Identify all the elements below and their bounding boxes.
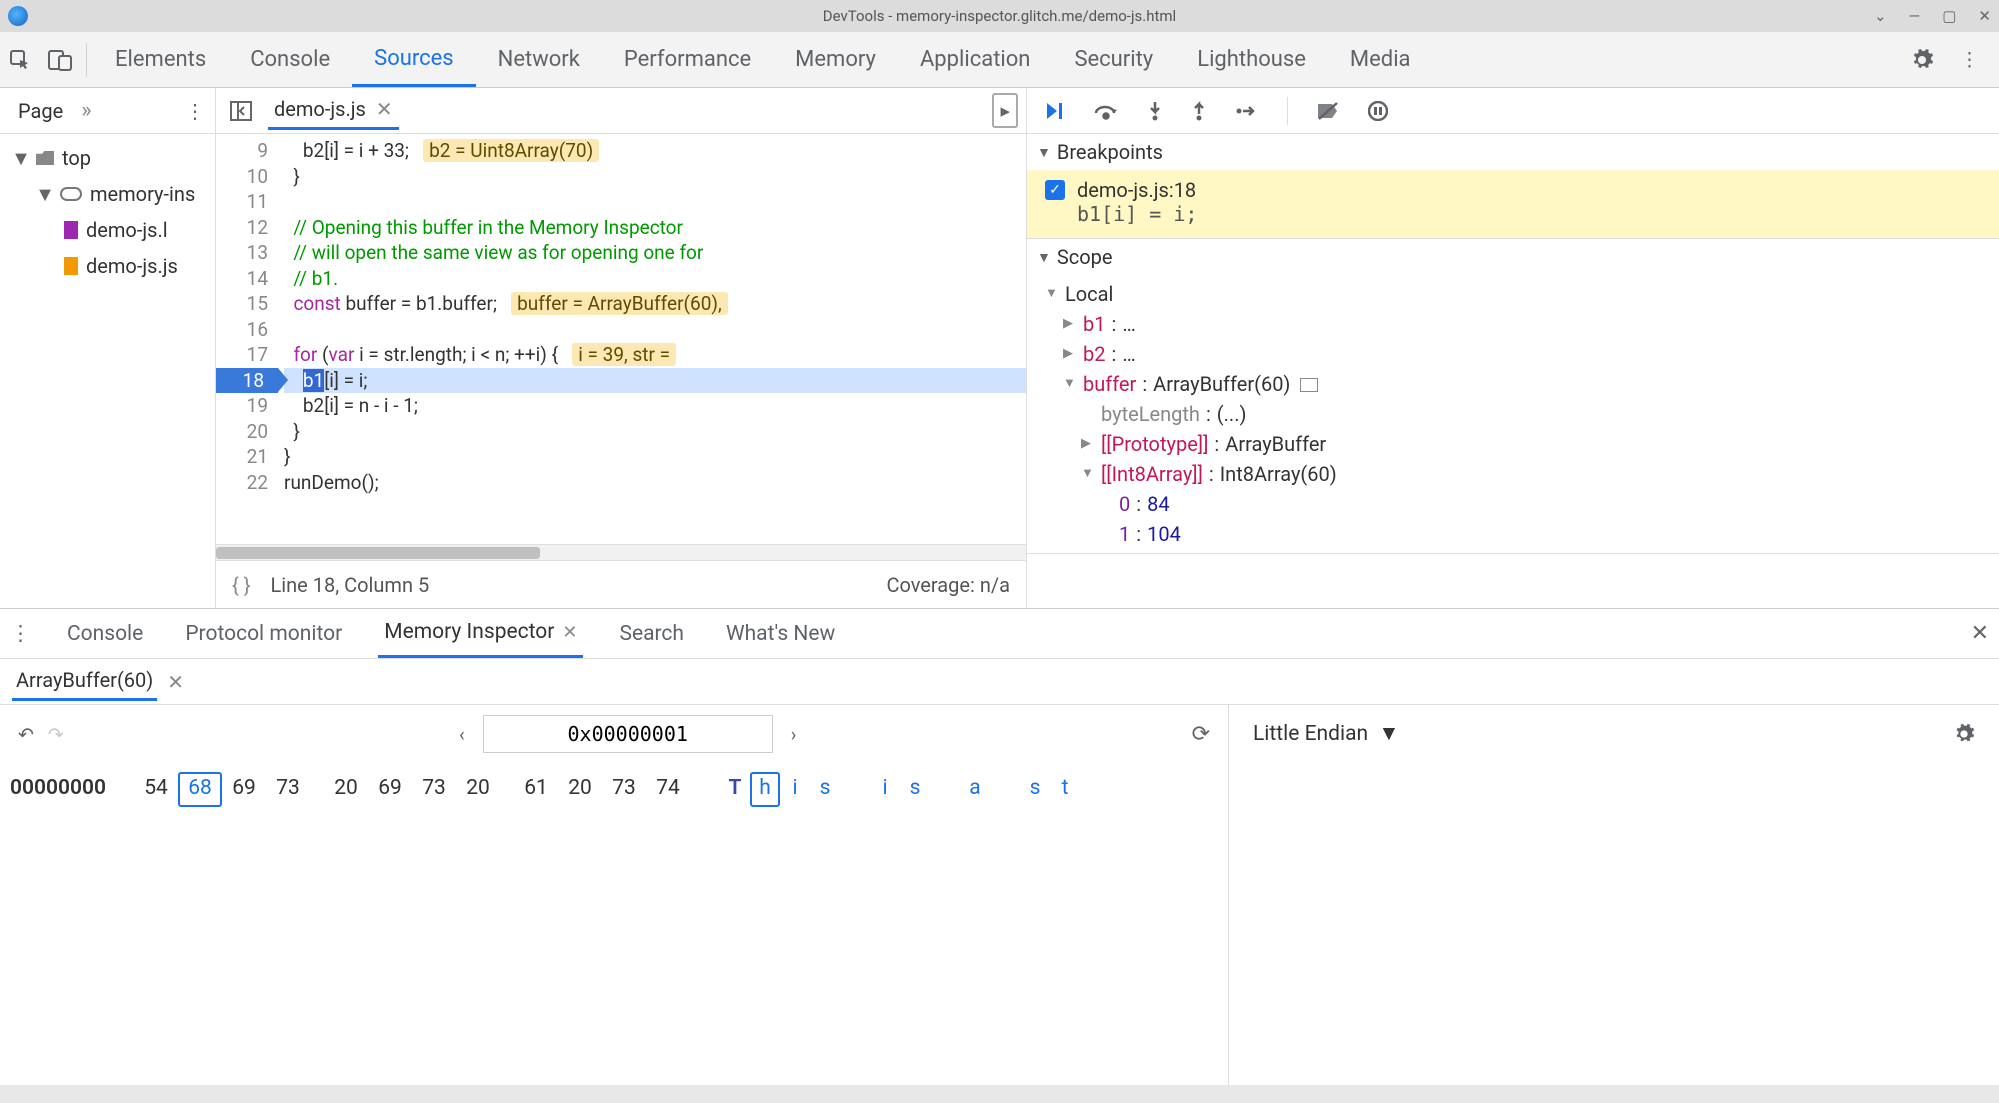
navigator-menu-icon[interactable]: ⋮ xyxy=(185,99,205,123)
redo-icon[interactable]: ↷ xyxy=(48,723,64,746)
address-input[interactable] xyxy=(483,715,773,753)
tab-application[interactable]: Application xyxy=(898,32,1052,87)
step-over-icon[interactable] xyxy=(1093,101,1119,121)
kebab-menu-icon[interactable]: ⋮ xyxy=(1960,48,1979,72)
scope-arr-0[interactable]: 0: 84 xyxy=(1045,489,1999,519)
breakpoint-checkbox[interactable]: ✓ xyxy=(1045,180,1065,200)
prev-page-icon[interactable]: ‹ xyxy=(459,723,465,746)
drawer: ⋮ Console Protocol monitor Memory Inspecto… xyxy=(0,608,1999,1085)
scope-prototype[interactable]: ▶[[Prototype]]: ArrayBuffer xyxy=(1045,429,1999,459)
editor-hscroll[interactable] xyxy=(216,544,1026,560)
tree-file-js[interactable]: demo-js.js xyxy=(0,248,215,284)
drawer-menu-icon[interactable]: ⋮ xyxy=(10,621,31,646)
devtools-toolbar: ElementsConsoleSourcesNetworkPerformance… xyxy=(0,32,1999,88)
breakpoint-item[interactable]: ✓ demo-js.js:18 xyxy=(1045,178,1987,202)
drawer-tab-protocol-monitor[interactable]: Protocol monitor xyxy=(179,609,348,658)
tab-sources[interactable]: Sources xyxy=(352,32,476,87)
pause-exceptions-icon[interactable] xyxy=(1368,101,1388,121)
step-into-icon[interactable] xyxy=(1147,100,1163,122)
run-snippet-icon[interactable]: ▸ xyxy=(992,93,1018,128)
step-icon[interactable] xyxy=(1235,102,1259,120)
deactivate-breakpoints-icon[interactable] xyxy=(1316,101,1340,121)
navigator-toggle-icon[interactable] xyxy=(224,101,258,121)
sources-navigator: Page » ⋮ ▼top ▼memory-ins demo-js.l demo… xyxy=(0,88,216,608)
hex-grid[interactable]: 00000000546869732069732061207374This is … xyxy=(0,763,1228,807)
value-panel: Little Endian ▼ xyxy=(1229,705,1999,1085)
js-file-icon xyxy=(64,257,78,275)
hex-panel: ↶ ↷ ‹ › ⟳ 000000005468697320697320612073… xyxy=(0,705,1229,1085)
debugger-panel: ▼Breakpoints ✓ demo-js.js:18 b1[i] = i; … xyxy=(1027,88,1999,608)
memory-icon[interactable] xyxy=(1300,378,1318,392)
window-titlebar: DevTools - memory-inspector.glitch.me/de… xyxy=(0,0,1999,32)
scope-arr-1[interactable]: 1: 104 xyxy=(1045,519,1999,549)
scope-b1[interactable]: ▶b1: … xyxy=(1045,309,1999,339)
window-maximize-button[interactable]: ▢ xyxy=(1942,7,1956,25)
tree-top[interactable]: ▼top xyxy=(0,140,215,176)
drawer-tab-memory-inspector[interactable]: Memory Inspector✕ xyxy=(378,609,583,658)
scope-local[interactable]: ▼Local xyxy=(1045,279,1999,309)
mi-buffer-close-icon[interactable]: ✕ xyxy=(167,670,184,694)
window-collapse-button[interactable]: ⌄ xyxy=(1874,7,1887,25)
format-icon[interactable]: { } xyxy=(232,573,251,597)
coverage-status: Coverage: n/a xyxy=(886,573,1010,597)
page-tab[interactable]: Page xyxy=(10,93,71,129)
inspect-element-icon[interactable] xyxy=(0,48,40,72)
editor-tab-demo-js[interactable]: demo-js.js ✕ xyxy=(268,91,399,130)
breakpoint-label: demo-js.js:18 xyxy=(1077,178,1196,202)
scope-bytelength[interactable]: byteLength: (...) xyxy=(1045,399,1999,429)
drawer-close-icon[interactable]: ✕ xyxy=(1971,621,1989,646)
scope-int8array[interactable]: ▼[[Int8Array]]: Int8Array(60) xyxy=(1045,459,1999,489)
value-settings-icon[interactable] xyxy=(1953,723,1975,745)
cursor-position: Line 18, Column 5 xyxy=(271,573,430,597)
window-minimize-button[interactable]: — xyxy=(1909,7,1921,25)
tab-security[interactable]: Security xyxy=(1052,32,1175,87)
mi-buffer-tab[interactable]: ArrayBuffer(60) xyxy=(12,662,157,701)
settings-icon[interactable] xyxy=(1910,48,1934,72)
cloud-icon xyxy=(60,187,82,201)
chrome-icon xyxy=(8,6,28,26)
tab-lighthouse[interactable]: Lighthouse xyxy=(1175,32,1328,87)
drawer-tab-what-s-new[interactable]: What's New xyxy=(720,609,841,658)
line-gutter[interactable]: 910111213141516171819202122 xyxy=(216,134,278,544)
close-tab-icon[interactable]: ✕ xyxy=(376,97,393,121)
html-file-icon xyxy=(64,221,78,239)
step-out-icon[interactable] xyxy=(1191,100,1207,122)
editor-tab-label: demo-js.js xyxy=(274,97,366,121)
drawer-tab-console[interactable]: Console xyxy=(61,609,149,658)
drawer-tab-search[interactable]: Search xyxy=(613,609,690,658)
endianness-select[interactable]: Little Endian ▼ xyxy=(1253,722,1399,746)
tree-file-html[interactable]: demo-js.l xyxy=(0,212,215,248)
tab-performance[interactable]: Performance xyxy=(602,32,773,87)
scope-b2[interactable]: ▶b2: … xyxy=(1045,339,1999,369)
breakpoints-section: ▼Breakpoints ✓ demo-js.js:18 b1[i] = i; xyxy=(1027,134,1999,239)
code-content[interactable]: b2[i] = i + 33; b2 = Uint8Array(70) } //… xyxy=(278,134,1026,544)
tab-elements[interactable]: Elements xyxy=(93,32,228,87)
window-icon xyxy=(36,151,54,165)
scope-header[interactable]: ▼Scope xyxy=(1027,239,1999,275)
resume-icon[interactable] xyxy=(1043,100,1065,122)
tab-network[interactable]: Network xyxy=(476,32,602,87)
scope-buffer[interactable]: ▼buffer: ArrayBuffer(60) xyxy=(1045,369,1999,399)
tree-site[interactable]: ▼memory-ins xyxy=(0,176,215,212)
more-tabs-icon[interactable]: » xyxy=(81,98,91,123)
window-close-button[interactable]: ✕ xyxy=(1978,7,1991,25)
undo-icon[interactable]: ↶ xyxy=(18,723,34,746)
tab-console[interactable]: Console xyxy=(228,32,352,87)
scope-section: ▼Scope ▼Local ▶b1: … ▶b2: … ▼buffer: Arr… xyxy=(1027,239,1999,554)
tab-memory[interactable]: Memory xyxy=(773,32,898,87)
window-title: DevTools - memory-inspector.glitch.me/de… xyxy=(823,7,1176,25)
breakpoint-code: b1[i] = i; xyxy=(1045,202,1987,226)
device-toggle-icon[interactable] xyxy=(40,48,80,72)
next-page-icon[interactable]: › xyxy=(791,723,797,746)
close-icon[interactable]: ✕ xyxy=(562,622,577,643)
tab-media[interactable]: Media xyxy=(1328,32,1433,87)
refresh-icon[interactable]: ⟳ xyxy=(1192,722,1210,747)
breakpoints-header[interactable]: ▼Breakpoints xyxy=(1027,134,1999,170)
code-editor: demo-js.js ✕ ▸ 9101112131415161718192021… xyxy=(216,88,1027,608)
